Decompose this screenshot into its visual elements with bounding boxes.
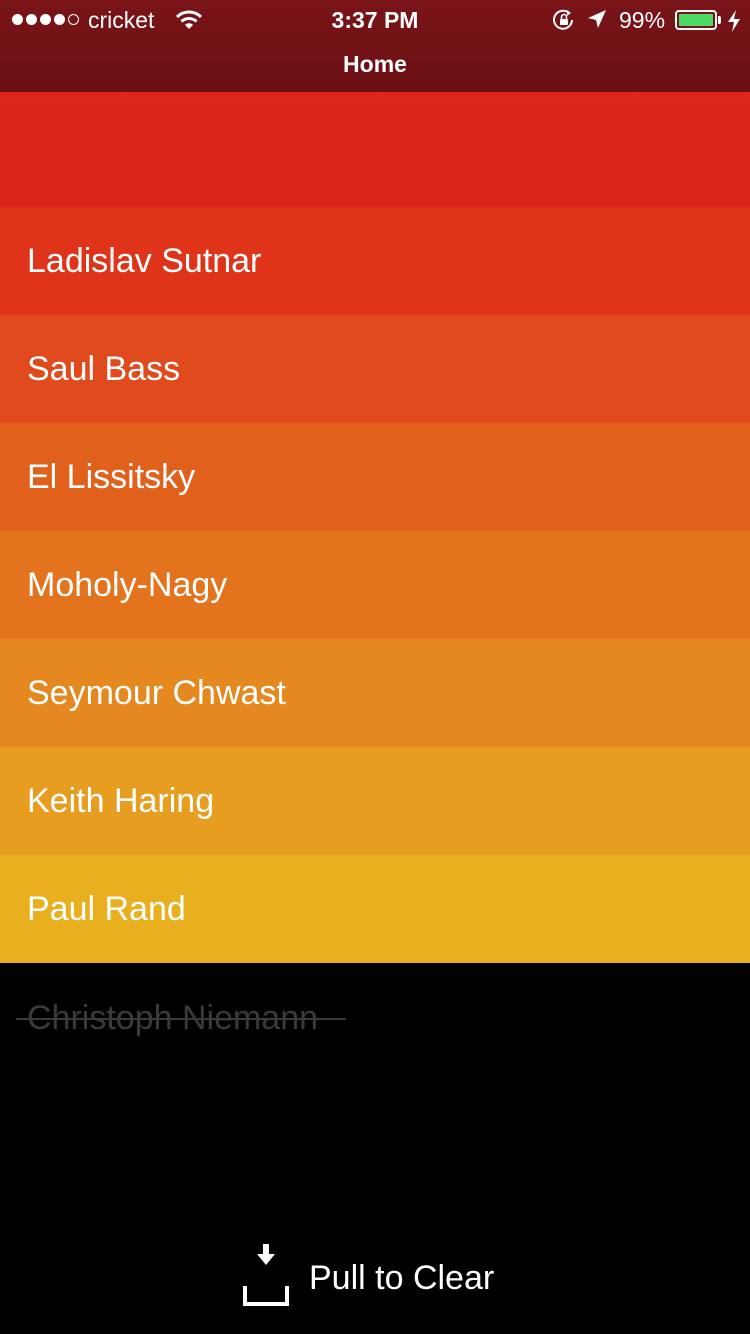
new-item-row[interactable]	[0, 92, 750, 207]
pull-down-tray-icon	[243, 1244, 289, 1306]
app-screen: cricket 3:37 PM 99% Home Ladislav Sutnar…	[0, 0, 750, 1334]
list-item-label: Saul Bass	[27, 349, 181, 388]
list-item[interactable]: Moholy-Nagy	[0, 531, 750, 639]
list-item[interactable]: Saul Bass	[0, 315, 750, 423]
charging-bolt-icon	[727, 10, 741, 37]
battery-percentage: 99%	[619, 7, 666, 33]
battery-level	[679, 14, 713, 26]
navigation-bar: cricket 3:37 PM 99% Home	[0, 0, 750, 92]
list-item[interactable]: El Lissitsky	[0, 423, 750, 531]
list-item-label: Ladislav Sutnar	[27, 241, 262, 280]
pull-to-clear[interactable]: Pull to Clear	[243, 1244, 494, 1306]
list-item-label: Keith Haring	[27, 781, 215, 820]
list-item[interactable]: Seymour Chwast	[0, 639, 750, 747]
list-item-label: Seymour Chwast	[27, 673, 286, 712]
todo-list: Ladislav Sutnar Saul Bass El Lissitsky Moho…	[0, 92, 750, 963]
list-item-label: Moholy-Nagy	[27, 565, 228, 604]
pull-to-clear-label: Pull to Clear	[309, 1259, 495, 1297]
battery-cap	[718, 16, 721, 24]
list-item-label: El Lissitsky	[27, 457, 196, 496]
page-title: Home	[343, 51, 407, 77]
list-item[interactable]: Keith Haring	[0, 747, 750, 855]
list-item-label: Paul Rand	[27, 889, 186, 928]
strikethrough-line	[16, 1018, 346, 1020]
rotation-lock-icon	[552, 9, 576, 36]
list-item[interactable]: Ladislav Sutnar	[0, 207, 750, 315]
status-bar: cricket 3:37 PM 99%	[0, 0, 750, 40]
battery-icon	[675, 10, 717, 30]
location-arrow-icon	[587, 9, 607, 34]
list-item[interactable]: Paul Rand	[0, 855, 750, 963]
